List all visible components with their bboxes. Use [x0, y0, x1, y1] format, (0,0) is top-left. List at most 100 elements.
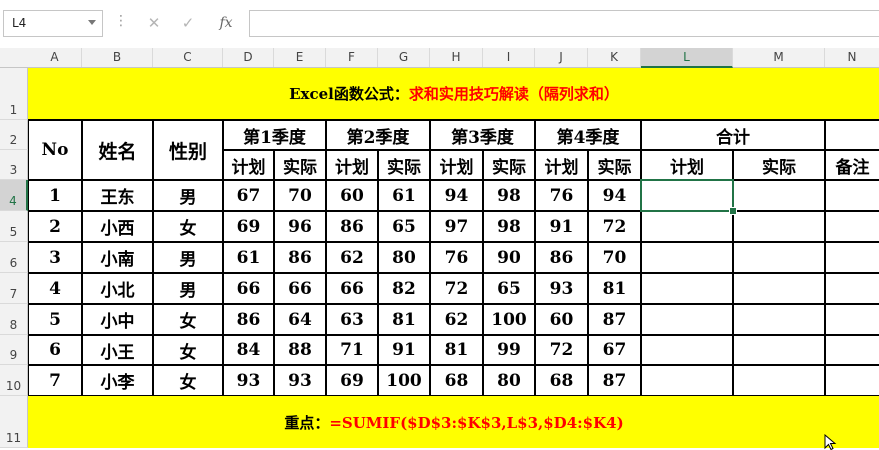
- header-actual[interactable]: 实际: [483, 150, 535, 180]
- check-icon[interactable]: ✓: [171, 10, 205, 37]
- cell-value[interactable]: 98: [483, 180, 535, 211]
- column-header-i[interactable]: I: [483, 48, 535, 67]
- cell-value[interactable]: 76: [430, 242, 483, 273]
- cell-no[interactable]: 4: [28, 273, 82, 304]
- title-cell[interactable]: Excel函数公式：求和实用技巧解读（隔列求和）: [28, 68, 879, 120]
- cell-value[interactable]: 70: [588, 242, 641, 273]
- cell-value[interactable]: 90: [483, 242, 535, 273]
- active-cell-selection[interactable]: [640, 179, 734, 212]
- cell-value[interactable]: 99: [483, 335, 535, 365]
- header-plan[interactable]: 计划: [535, 150, 588, 180]
- cell-remark[interactable]: [825, 242, 879, 273]
- row-header-5[interactable]: 5: [0, 211, 28, 242]
- cell-value[interactable]: 91: [378, 335, 430, 365]
- cell-total-plan[interactable]: [641, 304, 733, 335]
- cell-no[interactable]: 7: [28, 365, 82, 396]
- header-remark[interactable]: 备注: [825, 150, 879, 180]
- cell-value[interactable]: 81: [588, 273, 641, 304]
- cell-value[interactable]: 82: [378, 273, 430, 304]
- cell-name[interactable]: 小李: [82, 365, 153, 396]
- cell-value[interactable]: 100: [483, 304, 535, 335]
- header-plan[interactable]: 计划: [223, 150, 274, 180]
- cell-value[interactable]: 86: [535, 242, 588, 273]
- cell-value[interactable]: 93: [535, 273, 588, 304]
- cell-gender[interactable]: 女: [153, 211, 223, 242]
- header-actual[interactable]: 实际: [588, 150, 641, 180]
- cancel-icon[interactable]: ✕: [137, 10, 171, 37]
- header-quarter-2[interactable]: 第2季度: [326, 120, 430, 150]
- fill-handle[interactable]: [729, 207, 737, 215]
- cell-value[interactable]: 67: [223, 180, 274, 211]
- cell-value[interactable]: 86: [223, 304, 274, 335]
- cell-name[interactable]: 小中: [82, 304, 153, 335]
- cell-value[interactable]: 70: [274, 180, 326, 211]
- cell-value[interactable]: 68: [535, 365, 588, 396]
- cell-value[interactable]: 80: [378, 242, 430, 273]
- header-total[interactable]: 合计: [641, 120, 825, 150]
- cell-total-plan[interactable]: [641, 335, 733, 365]
- cell-value[interactable]: 64: [274, 304, 326, 335]
- cell-remark[interactable]: [825, 273, 879, 304]
- cell-value[interactable]: 66: [223, 273, 274, 304]
- column-header-m[interactable]: M: [733, 48, 825, 67]
- cell-value[interactable]: 72: [535, 335, 588, 365]
- cell-value[interactable]: 87: [588, 304, 641, 335]
- cell-gender[interactable]: 男: [153, 242, 223, 273]
- cell-value[interactable]: 72: [588, 211, 641, 242]
- column-header-k[interactable]: K: [588, 48, 641, 67]
- column-header-l[interactable]: L: [641, 48, 733, 68]
- cell-value[interactable]: 86: [274, 242, 326, 273]
- cell-value[interactable]: 94: [430, 180, 483, 211]
- cell-value[interactable]: 61: [223, 242, 274, 273]
- column-header-c[interactable]: C: [153, 48, 223, 67]
- cell-no[interactable]: 5: [28, 304, 82, 335]
- row-header-11[interactable]: 11: [0, 396, 28, 448]
- row-header-1[interactable]: 1: [0, 68, 28, 120]
- cell-gender[interactable]: 男: [153, 180, 223, 211]
- cell-name[interactable]: 小王: [82, 335, 153, 365]
- cell-total-actual[interactable]: [733, 304, 825, 335]
- cell-name[interactable]: 小西: [82, 211, 153, 242]
- cell-value[interactable]: 93: [223, 365, 274, 396]
- cell-value[interactable]: 88: [274, 335, 326, 365]
- cell-value[interactable]: 81: [430, 335, 483, 365]
- cell-gender[interactable]: 男: [153, 273, 223, 304]
- cell-value[interactable]: 67: [588, 335, 641, 365]
- cell-total-plan[interactable]: [641, 365, 733, 396]
- cell-no[interactable]: 1: [28, 180, 82, 211]
- row-header-9[interactable]: 9: [0, 335, 28, 365]
- cell-value[interactable]: 62: [430, 304, 483, 335]
- cell-value[interactable]: 60: [326, 180, 378, 211]
- header-total-actual[interactable]: 实际: [733, 150, 825, 180]
- cell-total-actual[interactable]: [733, 180, 825, 211]
- cell-value[interactable]: 97: [430, 211, 483, 242]
- cell-value[interactable]: 76: [535, 180, 588, 211]
- cell-value[interactable]: 84: [223, 335, 274, 365]
- cell-total-actual[interactable]: [733, 242, 825, 273]
- cell-value[interactable]: 69: [223, 211, 274, 242]
- cell-value[interactable]: 86: [326, 211, 378, 242]
- cell-value[interactable]: 94: [588, 180, 641, 211]
- cell-value[interactable]: 65: [483, 273, 535, 304]
- cell-value[interactable]: 87: [588, 365, 641, 396]
- header-plan[interactable]: 计划: [326, 150, 378, 180]
- cell-value[interactable]: 69: [326, 365, 378, 396]
- header-no[interactable]: No: [28, 120, 82, 180]
- column-header-h[interactable]: H: [430, 48, 483, 67]
- column-header-f[interactable]: F: [326, 48, 378, 67]
- cell-value[interactable]: 80: [483, 365, 535, 396]
- header-quarter-3[interactable]: 第3季度: [430, 120, 535, 150]
- fx-icon[interactable]: fx: [209, 10, 243, 37]
- column-header-d[interactable]: D: [223, 48, 274, 67]
- cell-name[interactable]: 小南: [82, 242, 153, 273]
- chevron-down-icon[interactable]: [88, 20, 96, 25]
- row-header-10[interactable]: 10: [0, 365, 28, 396]
- column-header-g[interactable]: G: [378, 48, 430, 67]
- cell-remark[interactable]: [825, 335, 879, 365]
- column-header-b[interactable]: B: [82, 48, 153, 67]
- cell-no[interactable]: 6: [28, 335, 82, 365]
- cell-value[interactable]: 72: [430, 273, 483, 304]
- cell-no[interactable]: 3: [28, 242, 82, 273]
- header-plan[interactable]: 计划: [430, 150, 483, 180]
- cell-value[interactable]: 62: [326, 242, 378, 273]
